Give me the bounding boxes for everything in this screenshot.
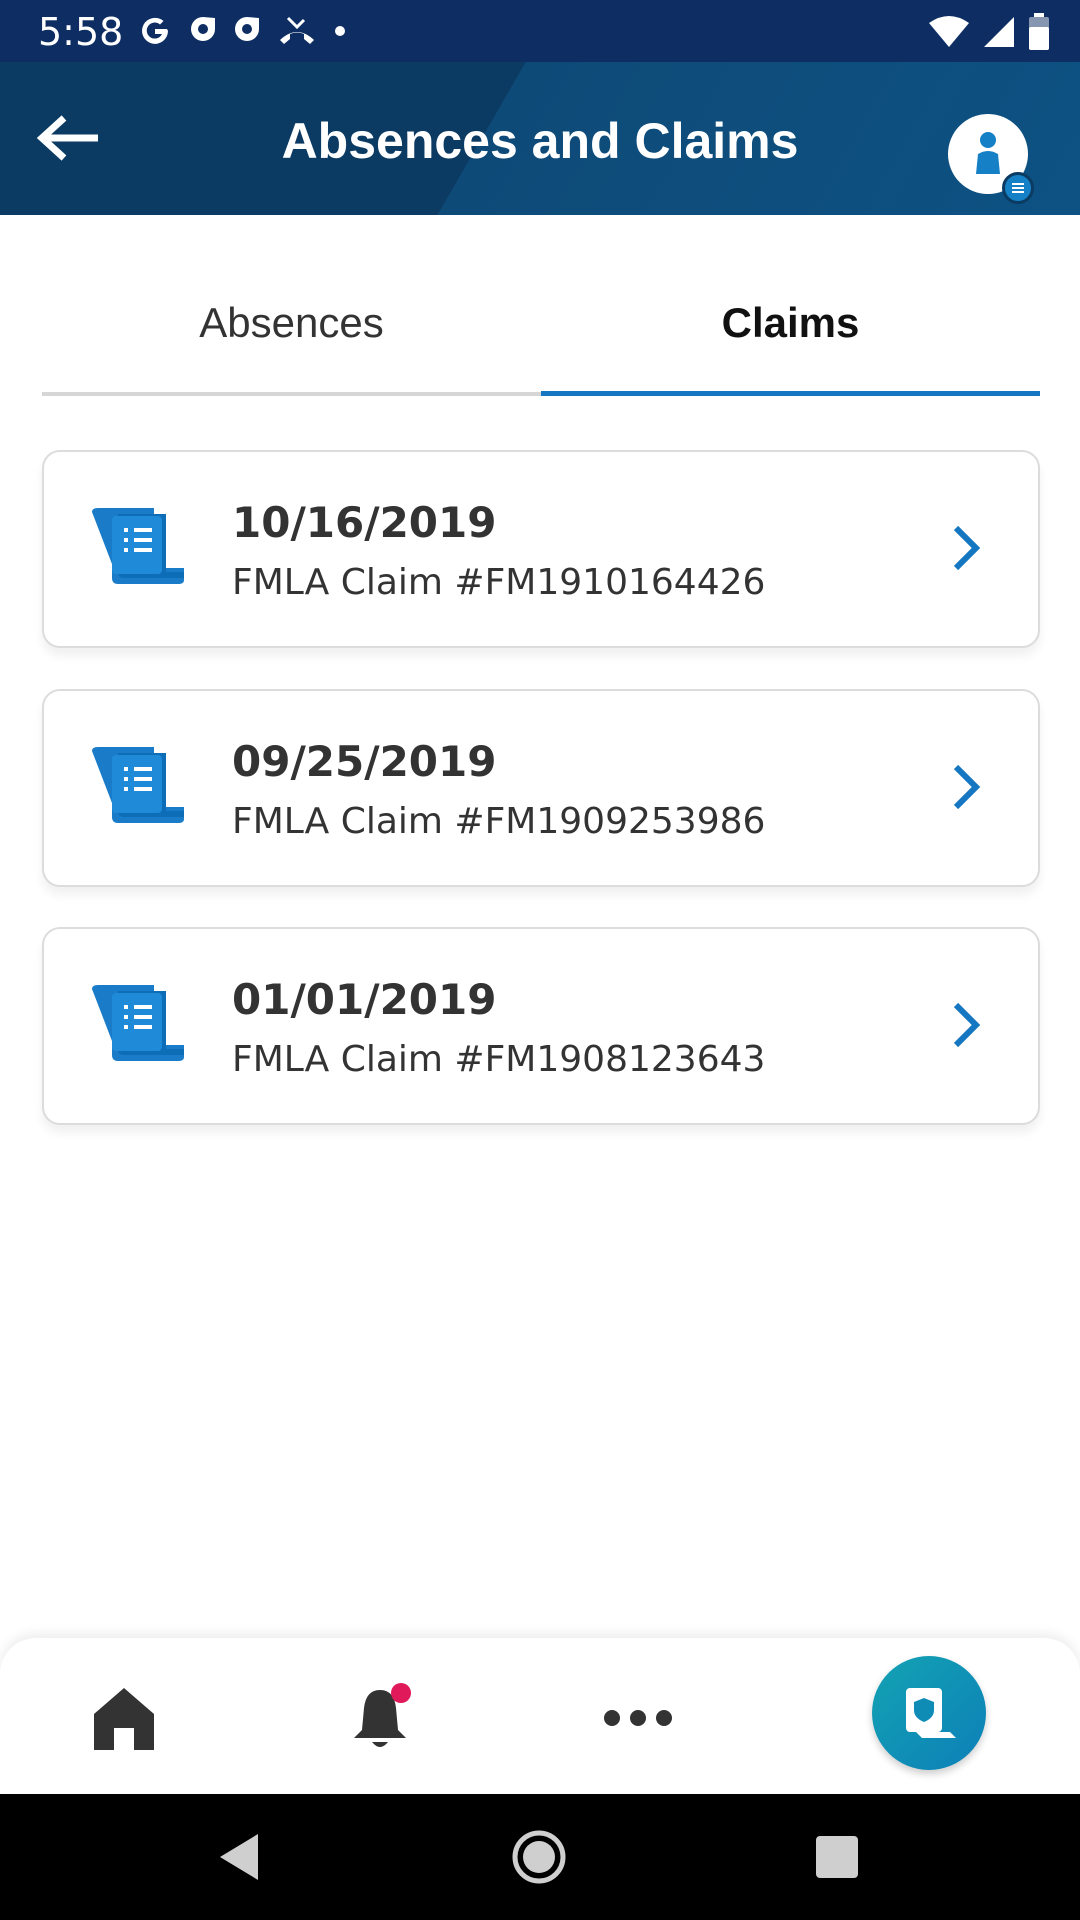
claim-card[interactable]: 10/16/2019 FMLA Claim #FM1910164426 [42, 450, 1040, 648]
notification-dot [391, 1683, 411, 1703]
triangle-back-icon [220, 1834, 258, 1880]
nav-home-button[interactable] [84, 1678, 164, 1758]
battery-icon [1029, 13, 1049, 50]
status-system-icons [928, 12, 1050, 52]
claim-date: 09/25/2019 [232, 737, 497, 786]
missed-call-icon [280, 16, 314, 44]
system-recents-button[interactable] [804, 1824, 870, 1890]
wifi-icon [929, 16, 969, 47]
scroll-document-icon [92, 985, 184, 1061]
claim-date: 01/01/2019 [232, 975, 497, 1024]
profile-menu-button[interactable] [948, 114, 1034, 204]
app-header: Absences and Claims [0, 62, 1080, 215]
scroll-document-icon [92, 747, 184, 823]
claims-fab-icon [906, 1688, 956, 1738]
menu-badge-icon [1002, 172, 1034, 204]
tab-claims-label: Claims [721, 299, 860, 346]
system-navigation-bar [0, 1794, 1080, 1920]
claim-description: FMLA Claim #FM1909253986 [232, 801, 766, 842]
page-title: Absences and Claims [281, 113, 799, 169]
claim-description: FMLA Claim #FM1908123643 [232, 1039, 766, 1080]
tab-claims[interactable]: Claims [541, 215, 1040, 396]
bell-icon [354, 1683, 411, 1747]
bottom-navigation [0, 1638, 1080, 1794]
tab-claims-underline [541, 391, 1040, 396]
nav-notifications-button[interactable] [340, 1678, 420, 1758]
tab-absences-underline [42, 392, 541, 396]
google-icon [142, 17, 168, 44]
tab-bar: Absences Claims [42, 215, 1040, 396]
system-back-button[interactable] [208, 1824, 274, 1890]
app-icon [235, 17, 259, 41]
claim-date: 10/16/2019 [232, 498, 497, 547]
tab-absences[interactable]: Absences [42, 215, 541, 396]
status-bar: 5:58 [0, 0, 1080, 62]
status-time: 5:58 [38, 10, 124, 54]
square-recents-icon [816, 1836, 858, 1878]
tab-absences-label: Absences [199, 299, 384, 346]
scroll-document-icon [92, 508, 184, 584]
chevron-right-icon [953, 1002, 981, 1048]
app-icon [191, 17, 215, 41]
status-notification-icons [136, 10, 348, 52]
claims-fab-button[interactable] [872, 1656, 986, 1770]
signal-icon [984, 17, 1014, 47]
more-icon [604, 1710, 672, 1726]
dot-icon [335, 26, 345, 36]
circle-home-icon [512, 1830, 566, 1884]
system-home-button[interactable] [506, 1824, 572, 1890]
chevron-right-icon [953, 525, 981, 571]
home-icon [94, 1688, 154, 1750]
claim-card[interactable]: 01/01/2019 FMLA Claim #FM1908123643 [42, 927, 1040, 1125]
claim-description: FMLA Claim #FM1910164426 [232, 562, 766, 603]
nav-more-button[interactable] [598, 1678, 678, 1758]
chevron-right-icon [953, 764, 981, 810]
claim-card[interactable]: 09/25/2019 FMLA Claim #FM1909253986 [42, 689, 1040, 887]
